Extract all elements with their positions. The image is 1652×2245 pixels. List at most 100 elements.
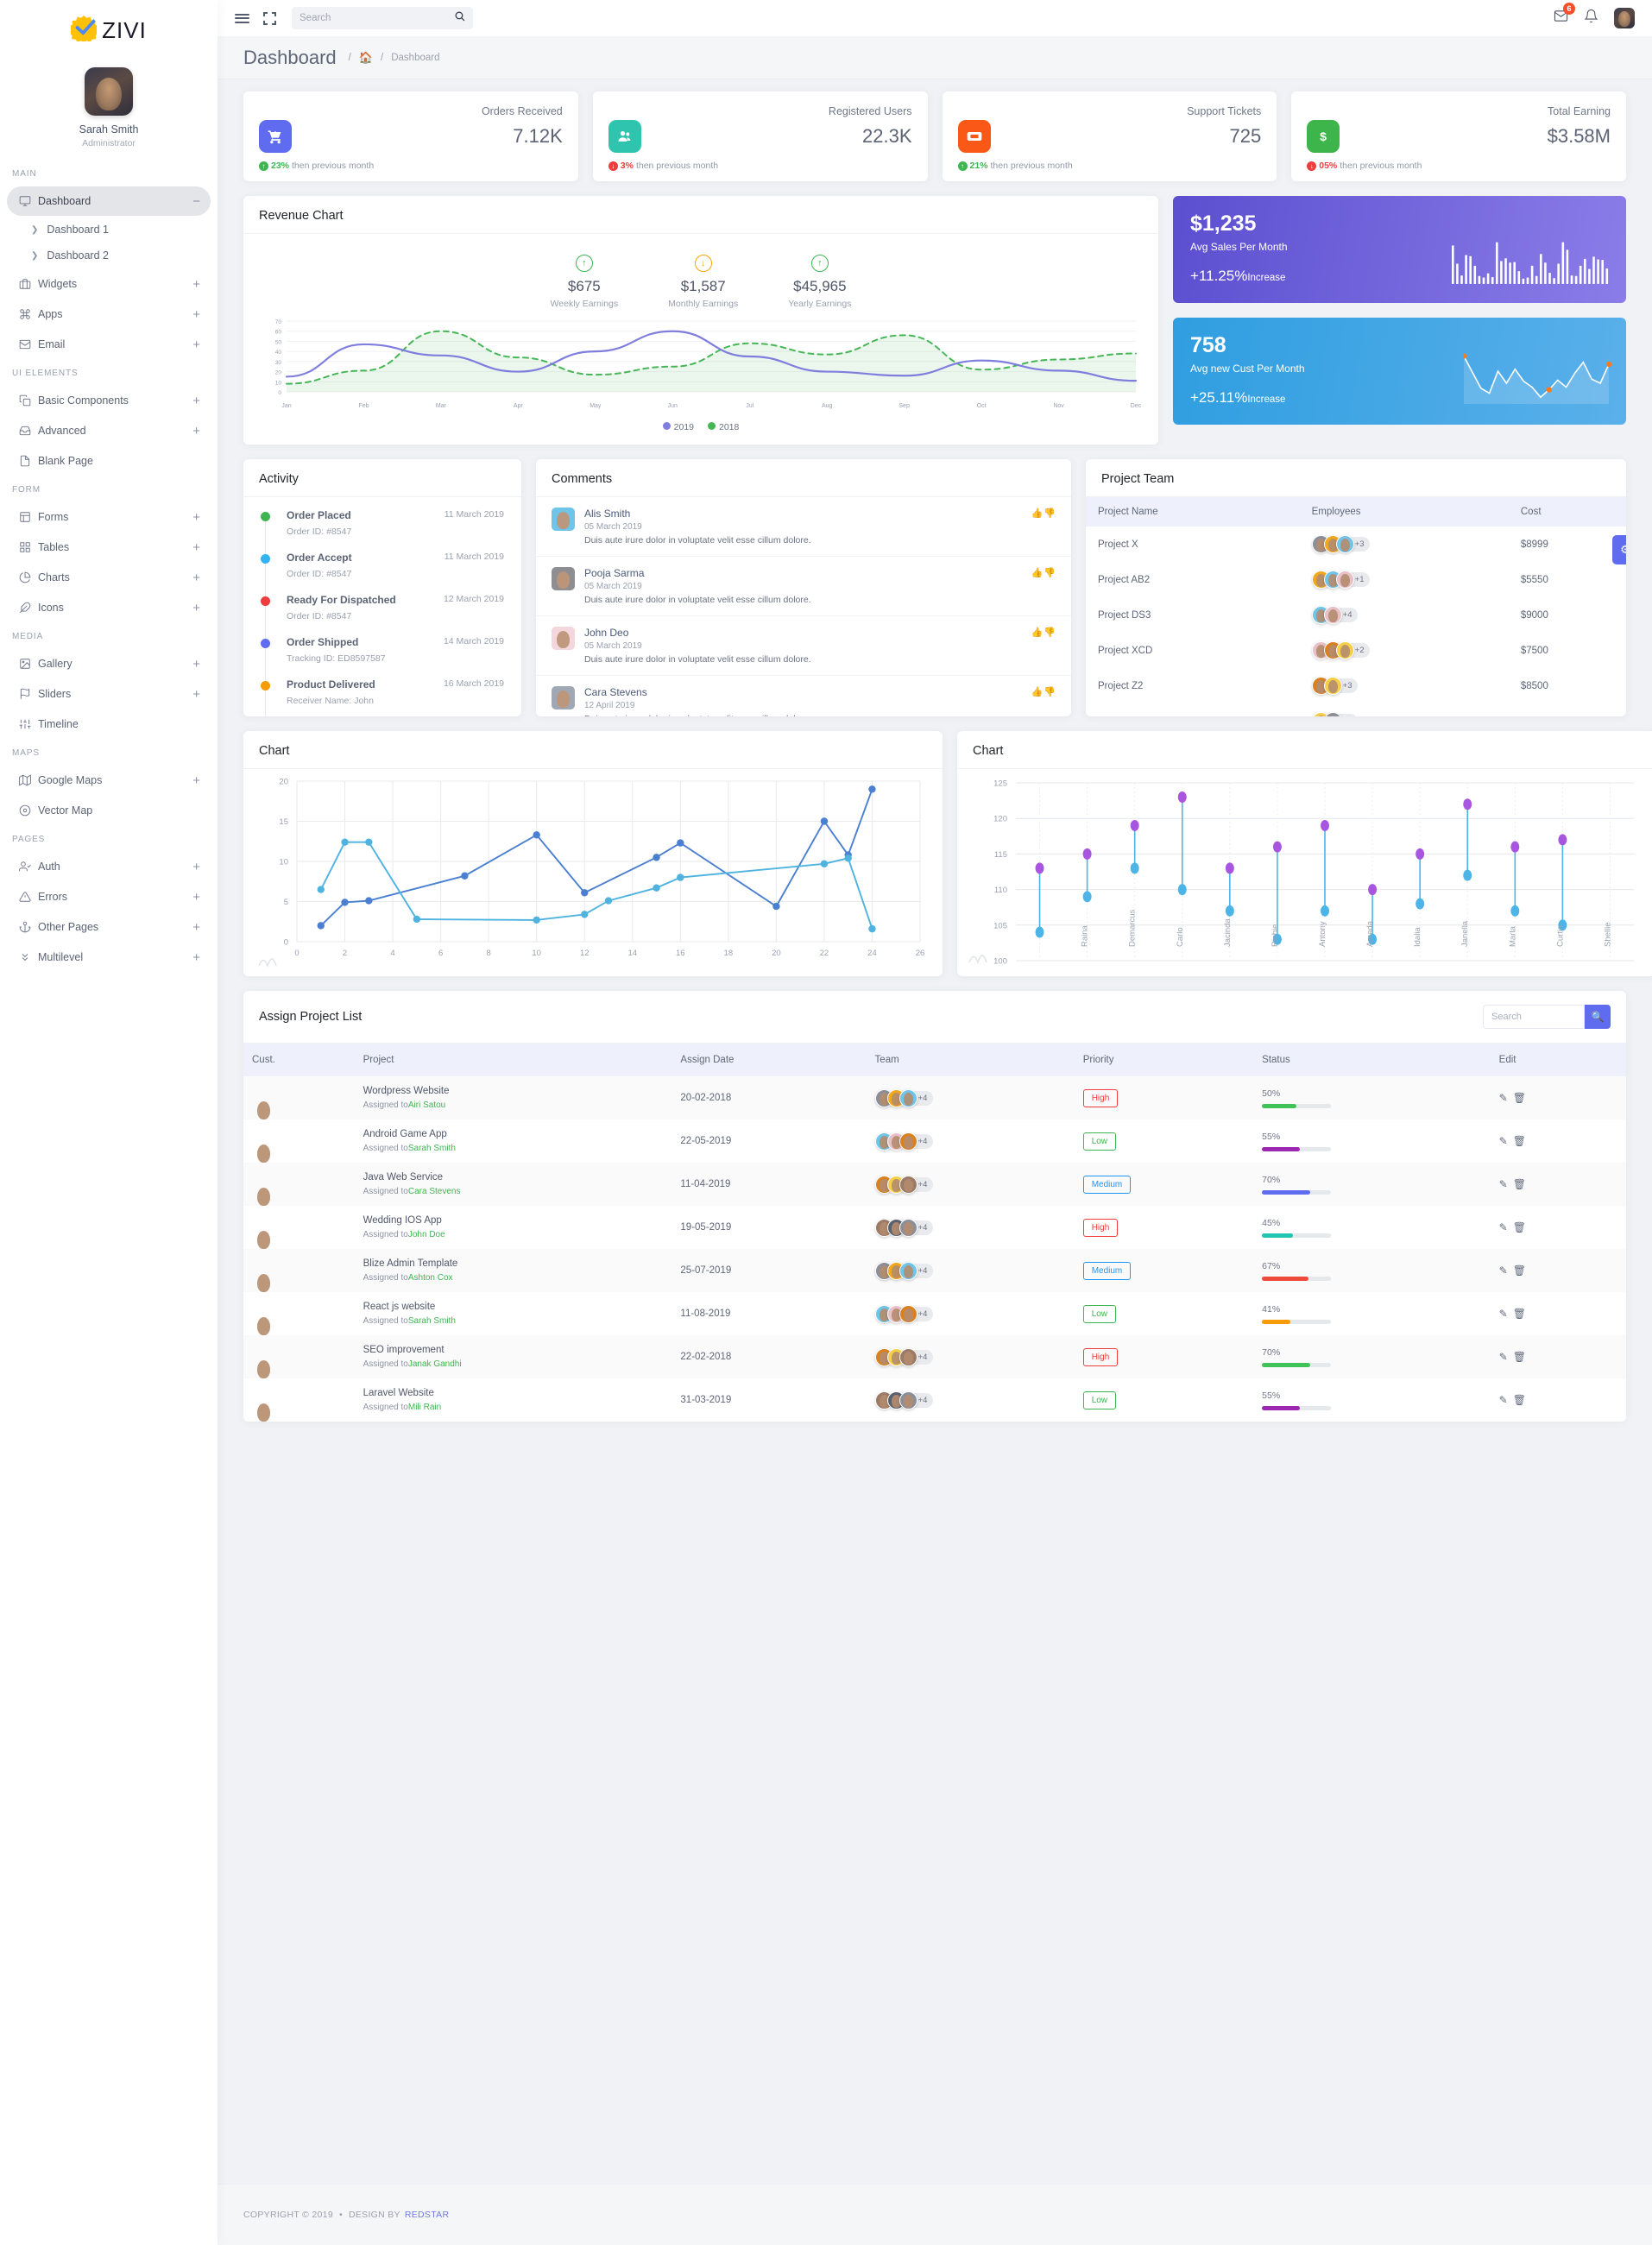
delete-trash-icon[interactable]: 🗑 [1513,1221,1526,1233]
activity-timeline: Order Placed 11 March 2019 Order ID: #8547… [243,497,521,716]
apl-status: 70% [1253,1335,1491,1378]
sidebar-item-auth[interactable]: Auth + [7,852,211,881]
sidebar-item-toggle-icon[interactable]: + [192,394,200,407]
notifications-button[interactable] [1584,9,1598,28]
search-icon[interactable] [454,10,465,26]
sidebar-item-toggle-icon[interactable]: + [192,921,200,934]
avatar[interactable] [85,67,133,116]
delete-trash-icon[interactable]: 🗑 [1513,1264,1526,1277]
sidebar-item-errors[interactable]: Errors + [7,882,211,911]
sidebar-item-basic-components[interactable]: Basic Components + [7,386,211,415]
profile-name: Sarah Smith [79,123,139,136]
thumbs-up-icon[interactable]: 👍 [1031,567,1044,605]
brand-logo-area[interactable]: ZIVI [0,0,218,60]
messages-button[interactable]: 6 [1554,3,1575,28]
sidebar-item-vector-map[interactable]: Vector Map [7,796,211,825]
footer: COPYRIGHT © 2019 • DESIGN BY REDSTAR [218,2184,1652,2245]
sidebar-item-toggle-icon[interactable]: + [192,308,200,321]
edit-pencil-icon[interactable]: ✎ [1499,1221,1508,1233]
sidebar-item-toggle-icon[interactable]: + [192,774,200,787]
svg-text:40: 40 [275,350,282,356]
sidebar-item-advanced[interactable]: Advanced + [7,416,211,445]
activity-title: Activity [259,472,299,486]
delete-trash-icon[interactable]: 🗑 [1513,1178,1526,1190]
footer-brand-link[interactable]: REDSTAR [405,2210,450,2220]
sidebar-item-gallery[interactable]: Gallery + [7,649,211,678]
sidebar-item-toggle-icon[interactable]: + [192,861,200,873]
sidebar-item-blank-page[interactable]: Blank Page [7,446,211,476]
team-cost: $8999 [1520,539,1548,550]
sidebar-subitem-dashboard-2[interactable]: ❯ Dashboard 2 [0,243,218,268]
edit-pencil-icon[interactable]: ✎ [1499,1351,1508,1363]
fullscreen-icon[interactable] [263,11,276,25]
sidebar-item-label: Errors [38,891,68,903]
delete-trash-icon[interactable]: 🗑 [1513,1135,1526,1147]
sidebar-item-widgets[interactable]: Widgets + [7,269,211,299]
search-input[interactable] [300,13,454,23]
sidebar-item-tables[interactable]: Tables + [7,533,211,562]
sidebar-item-toggle-icon[interactable]: + [192,891,200,904]
sidebar-item-email[interactable]: Email + [7,330,211,359]
sidebar-item-toggle-icon[interactable]: + [192,338,200,351]
sidebar-item-toggle-icon[interactable]: − [192,195,200,208]
flag-icon [19,688,38,700]
sidebar-item-toggle-icon[interactable]: + [192,511,200,524]
avatar [1323,606,1342,624]
sidebar-item-other-pages[interactable]: Other Pages + [7,912,211,942]
sidebar-item-label: Apps [38,308,63,320]
user-avatar-button[interactable] [1614,8,1635,28]
thumbs-up-icon[interactable]: 👍 [1031,686,1044,716]
revenue-plot: 0 10 20 30 40 50 60 70 Jan Feb Mar Apr May Jun Jul Aug S… [243,318,1158,417]
sidebar-item-sliders[interactable]: Sliders + [7,679,211,709]
delete-trash-icon[interactable]: 🗑 [1513,1394,1526,1406]
sidebar-item-google-maps[interactable]: Google Maps + [7,766,211,795]
edit-pencil-icon[interactable]: ✎ [1499,1308,1508,1320]
topbar-search[interactable] [292,7,473,29]
thumbs-down-icon[interactable]: 👎 [1044,567,1056,605]
sidebar-item-charts[interactable]: Charts + [7,563,211,592]
sidebar-item-dashboard[interactable]: Dashboard − [7,186,211,216]
sliders-icon [19,718,38,730]
edit-pencil-icon[interactable]: ✎ [1499,1394,1508,1406]
thumbs-down-icon[interactable]: 👎 [1044,627,1056,665]
sidebar-item-toggle-icon[interactable]: + [192,951,200,964]
sidebar-subitem-dashboard-1[interactable]: ❯ Dashboard 1 [0,217,218,243]
thumbs-up-icon[interactable]: 👍 [1031,627,1044,665]
legend-item[interactable]: 2018 [708,422,739,432]
edit-pencil-icon[interactable]: ✎ [1499,1092,1508,1104]
apl-search-button[interactable]: 🔍 [1585,1005,1611,1029]
thumbs-down-icon[interactable]: 👎 [1044,508,1056,545]
menu-toggle-icon[interactable] [235,11,249,25]
edit-pencil-icon[interactable]: ✎ [1499,1135,1508,1147]
edit-pencil-icon[interactable]: ✎ [1499,1178,1508,1190]
panels-row: Activity Order Placed 11 March 2019 Order … [243,459,1626,716]
sidebar-item-toggle-icon[interactable]: + [192,541,200,554]
sidebar-item-toggle-icon[interactable]: + [192,658,200,671]
apl-status-percent: 45% [1262,1217,1281,1228]
sidebar-item-toggle-icon[interactable]: + [192,602,200,615]
gear-icon[interactable]: ⚙ [1612,535,1626,564]
sidebar-item-icons[interactable]: Icons + [7,593,211,622]
earning-label: Monthly Earnings [668,299,739,309]
command-icon [19,308,38,320]
thumbs-down-icon[interactable]: 👎 [1044,686,1056,716]
comments-card: Comments Alis Smith 05 March 2019 Duis aut… [536,459,1071,716]
delete-trash-icon[interactable]: 🗑 [1513,1092,1526,1104]
sidebar-item-timeline[interactable]: Timeline [7,709,211,739]
sidebar-item-toggle-icon[interactable]: + [192,571,200,584]
sidebar-item-forms[interactable]: Forms + [7,502,211,532]
legend-item[interactable]: 2019 [662,422,694,432]
home-icon[interactable]: 🏠 [359,51,373,65]
sidebar-item-toggle-icon[interactable]: + [192,278,200,291]
apl-status: 55% [1253,1378,1491,1422]
apl-search-input[interactable] [1483,1005,1585,1029]
delete-trash-icon[interactable]: 🗑 [1513,1308,1526,1320]
edit-pencil-icon[interactable]: ✎ [1499,1264,1508,1277]
apl-project-assignee: Assigned toCara Stevens [363,1187,461,1196]
delete-trash-icon[interactable]: 🗑 [1513,1351,1526,1363]
sidebar-item-toggle-icon[interactable]: + [192,425,200,438]
sidebar-item-toggle-icon[interactable]: + [192,688,200,701]
sidebar-item-multilevel[interactable]: Multilevel + [7,943,211,972]
thumbs-up-icon[interactable]: 👍 [1031,508,1044,545]
sidebar-item-apps[interactable]: Apps + [7,300,211,329]
